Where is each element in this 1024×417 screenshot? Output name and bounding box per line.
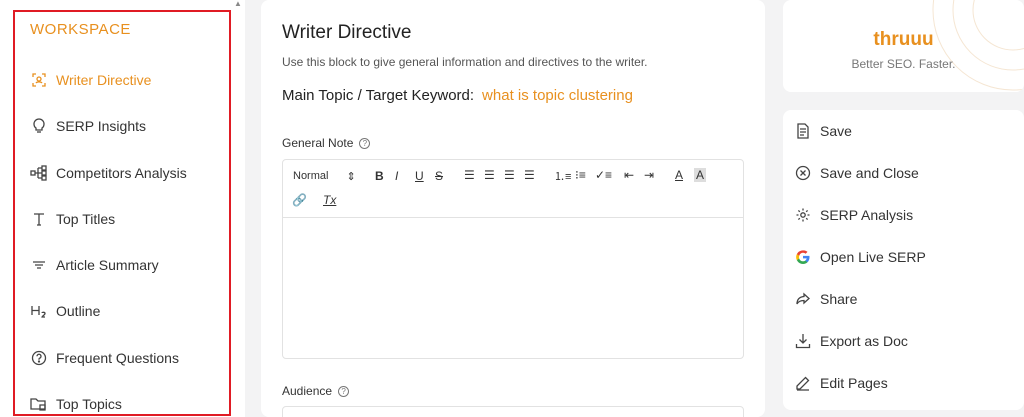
download-icon <box>794 332 812 350</box>
action-label: Edit Pages <box>820 375 888 391</box>
sidebar-item-top-titles[interactable]: Top Titles <box>30 207 220 231</box>
text-color-icon[interactable]: A <box>675 168 683 182</box>
google-g-icon <box>794 248 812 266</box>
editor-toolbar: Normal ⇕ B I U S ☰ ☰ ☰ ☰ ⒈≡ ⁝≡ ✓≡ ⇤ ⇥ A … <box>283 160 743 218</box>
align-left-icon[interactable]: ☰ <box>464 168 475 182</box>
action-label: SERP Analysis <box>820 207 914 223</box>
strike-button[interactable]: S <box>435 169 443 183</box>
bullet-list-icon[interactable]: ⁝≡ <box>575 168 586 182</box>
workspace-sidebar: ▲ WORKSPACE Writer Directive SERP Insigh… <box>0 0 245 417</box>
action-label: Open Live SERP <box>820 249 926 265</box>
italic-button[interactable]: I <box>395 169 398 183</box>
align-center-icon[interactable]: ☰ <box>484 168 495 182</box>
filter-lines-icon <box>30 256 48 274</box>
help-icon[interactable]: ? <box>338 385 350 397</box>
indent-icon[interactable]: ⇥ <box>644 168 654 182</box>
sidebar-item-top-topics[interactable]: Top Topics <box>30 392 220 416</box>
sidebar-item-article-summary[interactable]: Article Summary <box>30 253 220 277</box>
writer-directive-icon <box>30 71 48 89</box>
align-justify-icon[interactable]: ☰ <box>524 168 535 182</box>
sidebar-item-label: Frequent Questions <box>56 350 179 366</box>
ordered-list-icon[interactable]: ⒈≡ <box>554 168 571 184</box>
brand-card: thruuu Better SEO. Faster. <box>783 0 1024 92</box>
keyword-value: what is topic clustering <box>482 87 633 104</box>
general-note-label-row: General Note ? <box>282 136 371 150</box>
sidebar-title: WORKSPACE <box>30 21 131 38</box>
serp-analysis-button[interactable]: SERP Analysis <box>794 203 913 227</box>
open-live-serp-button[interactable]: Open Live SERP <box>794 245 926 269</box>
title-t-icon <box>30 210 48 228</box>
audience-label-row: Audience ? <box>282 384 350 398</box>
format-select[interactable]: Normal ⇕ <box>293 170 356 183</box>
help-icon[interactable]: ? <box>359 137 371 149</box>
audience-editor[interactable] <box>282 406 744 417</box>
gear-icon <box>794 206 812 224</box>
sidebar-item-label: Top Topics <box>56 396 122 412</box>
share-button[interactable]: Share <box>794 287 857 311</box>
sidebar-item-label: Article Summary <box>56 257 159 273</box>
select-arrows-icon: ⇕ <box>346 171 356 183</box>
scroll-up-icon[interactable]: ▲ <box>233 0 243 8</box>
background-color-icon[interactable]: A <box>694 168 707 182</box>
sidebar-item-label: Outline <box>56 303 101 319</box>
action-label: Save <box>820 123 852 139</box>
page-title: Writer Directive <box>282 22 412 43</box>
document-icon <box>794 122 812 140</box>
sidebar-item-label: SERP Insights <box>56 118 147 134</box>
sidebar-item-outline[interactable]: Outline <box>30 299 220 323</box>
close-circle-icon <box>794 164 812 182</box>
page-description: Use this block to give general informati… <box>282 55 648 69</box>
brand-logo: thruuu <box>873 29 934 50</box>
sidebar-item-frequent-questions[interactable]: Frequent Questions <box>30 346 220 370</box>
hierarchy-icon <box>30 164 48 182</box>
keyword-label: Main Topic / Target Keyword: <box>282 87 475 104</box>
edit-pages-button[interactable]: Edit Pages <box>794 371 888 395</box>
folder-tag-icon <box>30 395 48 413</box>
check-list-icon[interactable]: ✓≡ <box>595 168 612 182</box>
align-right-icon[interactable]: ☰ <box>504 168 515 182</box>
action-label: Share <box>820 291 858 307</box>
writer-directive-panel: Writer Directive Use this block to give … <box>261 0 765 417</box>
underline-button[interactable]: U <box>415 169 424 183</box>
general-note-label: General Note <box>282 136 354 150</box>
sidebar-item-writer-directive[interactable]: Writer Directive <box>30 68 220 92</box>
target-keyword-row: Main Topic / Target Keyword: what is top… <box>282 87 633 104</box>
save-and-close-button[interactable]: Save and Close <box>794 161 919 185</box>
format-select-value: Normal <box>293 170 329 182</box>
action-label: Export as Doc <box>820 333 908 349</box>
sidebar-item-serp-insights[interactable]: SERP Insights <box>30 114 220 138</box>
export-as-doc-button[interactable]: Export as Doc <box>794 329 908 353</box>
lightbulb-icon <box>30 117 48 135</box>
brand-tagline: Better SEO. Faster. <box>851 57 956 71</box>
sidebar-item-label: Top Titles <box>56 211 116 227</box>
sidebar-item-label: Writer Directive <box>56 72 152 88</box>
sidebar-item-competitors-analysis[interactable]: Competitors Analysis <box>30 161 220 185</box>
link-icon[interactable]: 🔗 <box>292 193 307 207</box>
outdent-icon[interactable]: ⇤ <box>624 168 634 182</box>
action-label: Save and Close <box>820 165 919 181</box>
audience-label: Audience <box>282 384 333 398</box>
clear-format-icon[interactable]: Tx <box>323 193 336 207</box>
question-circle-icon <box>30 349 48 367</box>
save-button[interactable]: Save <box>794 119 852 143</box>
heading-h2-icon <box>30 302 48 320</box>
general-note-editor[interactable]: Normal ⇕ B I U S ☰ ☰ ☰ ☰ ⒈≡ ⁝≡ ✓≡ ⇤ ⇥ A … <box>282 159 744 359</box>
pencil-icon <box>794 374 812 392</box>
actions-card: Save Save and Close SERP Analysis Open L… <box>783 110 1024 410</box>
share-arrow-icon <box>794 290 812 308</box>
bold-button[interactable]: B <box>375 169 384 183</box>
sidebar-item-label: Competitors Analysis <box>56 165 187 181</box>
